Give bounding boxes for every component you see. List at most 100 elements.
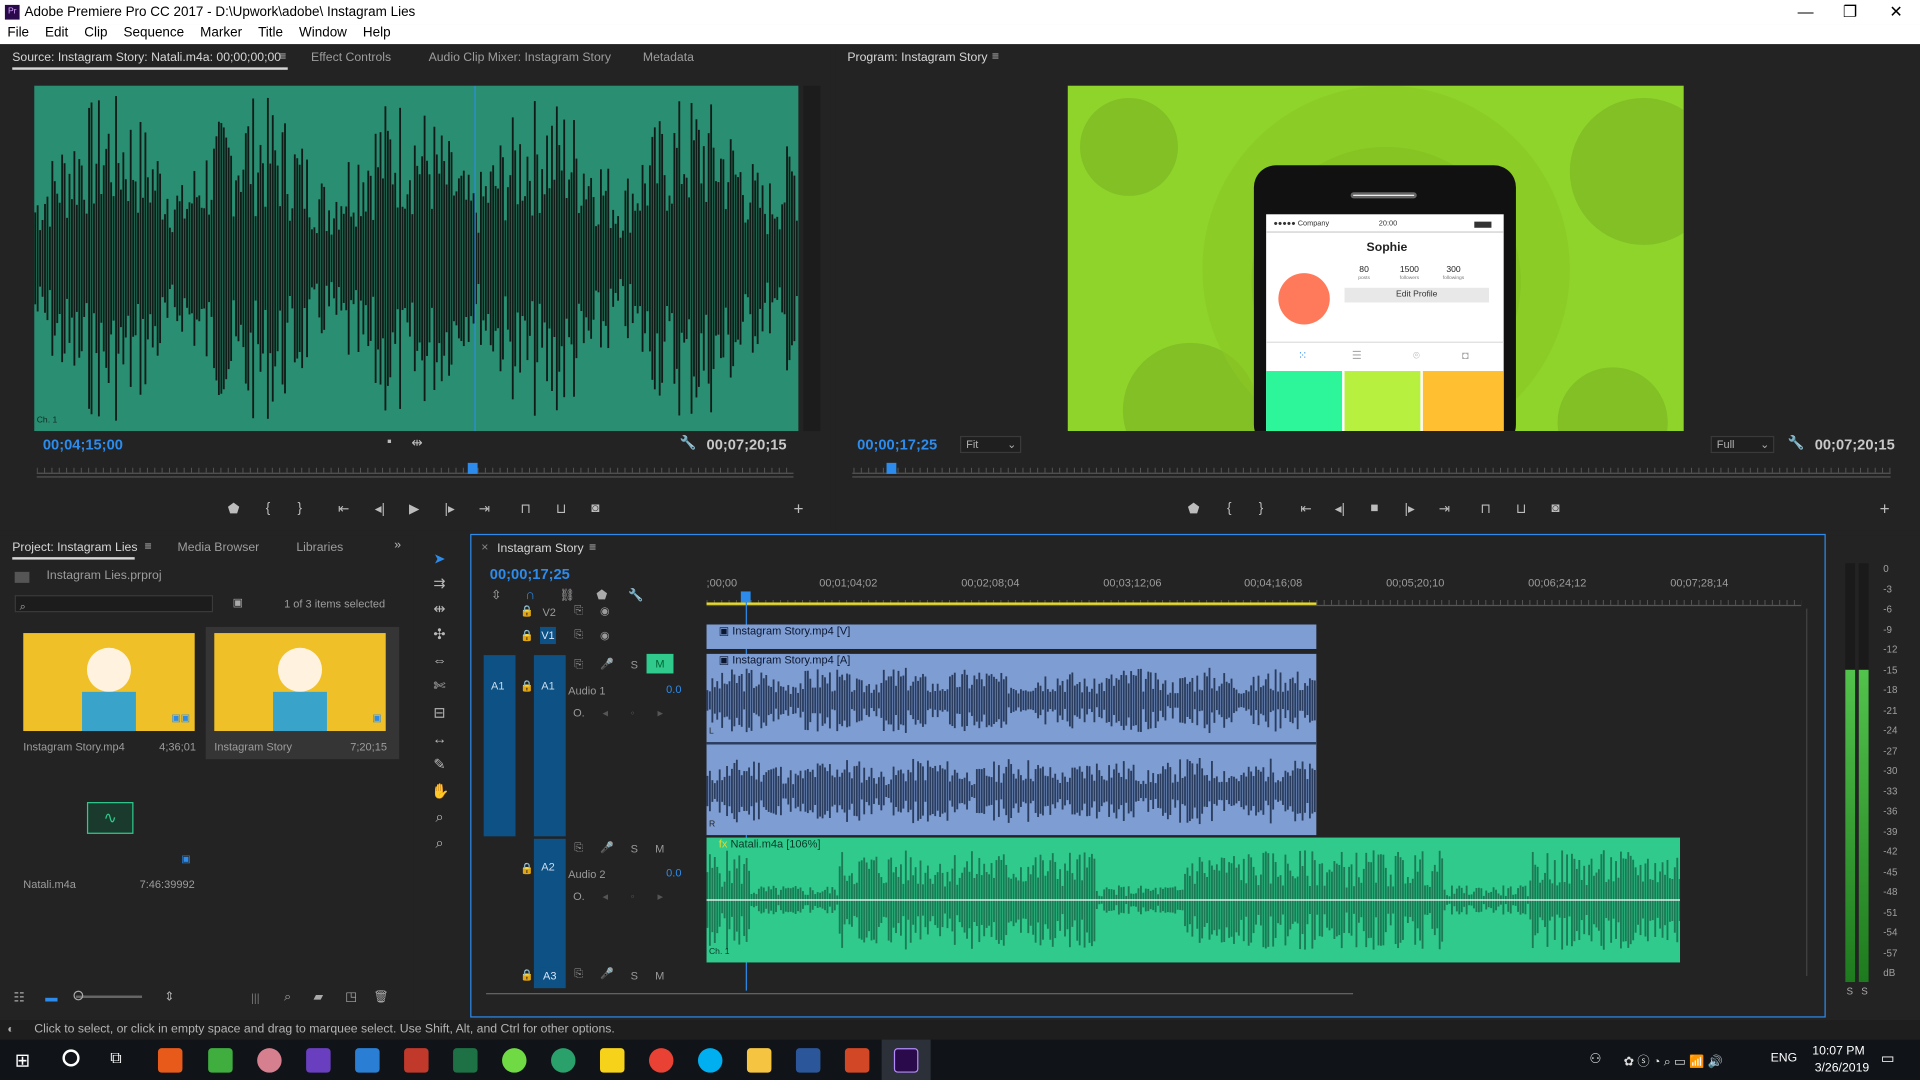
new-bin-from-search-icon[interactable]: ▣ xyxy=(233,596,243,609)
video-clip[interactable]: ▣ Instagram Story.mp4 [V] xyxy=(706,624,1317,649)
voiceover-mic-icon[interactable]: 🎤 xyxy=(600,658,614,671)
new-item-icon[interactable]: ◳ xyxy=(345,991,357,1004)
settings-wrench-icon[interactable]: 🔧 xyxy=(1788,435,1805,451)
word-icon[interactable] xyxy=(795,1048,821,1073)
zoom-tool-icon[interactable]: ⌕ xyxy=(431,808,448,825)
source-waveform[interactable]: Ch. 1 xyxy=(34,85,799,432)
step-back-icon[interactable]: ◂| xyxy=(1335,501,1345,517)
tab-program[interactable]: Program: Instagram Story xyxy=(847,51,987,64)
timeline-settings-icon[interactable]: 🔧 xyxy=(628,589,643,602)
add-keyframe-icon[interactable]: ◦ xyxy=(631,707,635,719)
project-item[interactable]: ▣▣ Instagram Story.mp4 4;36;01 xyxy=(15,627,201,759)
insert-icon[interactable]: ⊓ xyxy=(520,501,531,517)
task-view-icon[interactable]: ⧉ xyxy=(110,1048,121,1068)
close-icon[interactable]: ✕ xyxy=(1889,2,1902,22)
lock-icon[interactable]: 🔒 xyxy=(520,680,534,693)
sticky-notes-icon[interactable] xyxy=(600,1048,625,1073)
eye-icon[interactable]: ◉ xyxy=(600,629,610,642)
track-label-v2[interactable]: V2 xyxy=(542,606,555,618)
sync-lock-icon[interactable]: ⎘ xyxy=(574,658,583,671)
menu-window[interactable]: Window xyxy=(299,26,347,41)
source-scrollbar[interactable] xyxy=(803,85,821,432)
sort-icon[interactable]: ⇕ xyxy=(164,991,174,1004)
voiceover-mic-icon[interactable]: 🎤 xyxy=(600,841,614,854)
add-marker-icon[interactable]: ⬟ xyxy=(1188,501,1200,517)
track-select-tool-icon[interactable]: ⇉ xyxy=(431,574,448,591)
solo-button[interactable]: S xyxy=(631,970,638,982)
ripple-edit-tool-icon[interactable]: ⇹ xyxy=(431,600,448,617)
drag-video-icon[interactable]: ▪ xyxy=(387,435,392,450)
audio-clip-natali[interactable]: fx Natali.m4a [106%] Ch. 1 xyxy=(706,837,1681,963)
timeline-horizontal-scrollbar[interactable] xyxy=(486,993,1354,1000)
go-to-in-icon[interactable]: ⇤ xyxy=(1300,501,1311,517)
nest-icon[interactable]: ⇳ xyxy=(491,589,501,602)
close-tab-icon[interactable]: × xyxy=(481,541,488,554)
menu-help[interactable]: Help xyxy=(363,26,391,41)
step-forward-icon[interactable]: |▸ xyxy=(1405,501,1415,517)
program-video-frame[interactable]: ●●●●● Company 20:00 Sophie 80 posts 1500… xyxy=(1067,85,1684,432)
go-to-out-icon[interactable]: ⇥ xyxy=(479,501,490,517)
lock-icon[interactable]: 🔒 xyxy=(520,605,534,618)
rolling-edit-tool-icon[interactable]: ✣ xyxy=(431,626,448,643)
go-to-out-icon[interactable]: ⇥ xyxy=(1439,501,1450,517)
eye-icon[interactable]: ◉ xyxy=(600,605,610,618)
media-app-icon[interactable] xyxy=(404,1048,429,1073)
next-keyframe-icon[interactable]: ▸ xyxy=(658,707,664,720)
more-panels-icon[interactable]: » xyxy=(394,539,401,552)
source-time-ruler[interactable] xyxy=(36,459,794,474)
search-input[interactable]: ⌕ xyxy=(14,595,214,613)
sync-lock-icon[interactable]: ⎘ xyxy=(574,604,583,617)
chrome-icon[interactable] xyxy=(648,1048,674,1073)
clock-date[interactable]: 3/26/2019 xyxy=(1815,1062,1869,1075)
people-icon[interactable]: ⚇ xyxy=(1589,1051,1601,1067)
new-bin-icon[interactable]: ▰ xyxy=(313,991,322,1004)
extract-icon[interactable]: ⊔ xyxy=(1516,501,1527,517)
tab-media-browser[interactable]: Media Browser xyxy=(178,541,260,554)
add-button-icon[interactable]: + xyxy=(793,498,803,518)
project-item-selected[interactable]: ▣ Instagram Story 7;20;15 xyxy=(205,626,400,760)
add-button-icon[interactable]: + xyxy=(1880,498,1890,518)
source-playhead[interactable] xyxy=(467,462,478,474)
panel-menu-icon[interactable]: ≡ xyxy=(144,540,151,553)
add-marker-icon[interactable]: ⬟ xyxy=(596,589,607,602)
list-view-icon[interactable]: ☷ xyxy=(13,992,24,1005)
automate-icon[interactable]: ||| xyxy=(251,992,260,1004)
track-target-a3[interactable]: A3 xyxy=(540,967,560,985)
fit-dropdown[interactable]: Fit ⌄ xyxy=(960,435,1022,454)
lock-icon[interactable]: 🔒 xyxy=(520,969,534,982)
sync-lock-icon[interactable]: ⎘ xyxy=(574,841,583,854)
menu-file[interactable]: File xyxy=(7,26,29,41)
timeline-vertical-scrollbar[interactable] xyxy=(1806,608,1808,976)
mute-button[interactable]: M xyxy=(655,970,664,982)
solo-button[interactable]: S xyxy=(631,842,638,854)
lock-icon[interactable]: 🔒 xyxy=(520,629,534,642)
panel-menu-icon[interactable]: ≡ xyxy=(279,50,286,63)
cortana-icon[interactable] xyxy=(62,1049,80,1067)
source-zoom-bar[interactable] xyxy=(36,476,794,483)
file-explorer-icon[interactable] xyxy=(746,1048,772,1073)
clock-time[interactable]: 10:07 PM xyxy=(1812,1044,1864,1057)
prev-keyframe-icon[interactable]: ◂ xyxy=(602,707,608,720)
export-frame-icon[interactable]: ◙ xyxy=(1551,501,1559,516)
pen-tool-icon[interactable]: ✎ xyxy=(431,756,448,773)
zoom-slider[interactable] xyxy=(75,995,143,998)
tab-project[interactable]: Project: Instagram Lies xyxy=(12,541,137,554)
windows-start-icon[interactable]: ⊞ xyxy=(15,1049,30,1072)
program-current-timecode[interactable]: 00;00;17;25 xyxy=(857,436,937,453)
overwrite-icon[interactable]: ⊔ xyxy=(556,501,567,517)
solo-right-button[interactable]: S xyxy=(1861,986,1868,997)
tab-effect-controls[interactable]: Effect Controls xyxy=(311,51,391,64)
work-area-bar[interactable] xyxy=(706,602,1317,605)
step-forward-icon[interactable]: |▸ xyxy=(444,501,454,517)
menu-edit[interactable]: Edit xyxy=(45,26,68,41)
source-current-timecode[interactable]: 00;04;15;00 xyxy=(43,436,123,453)
mute-button-active[interactable]: M xyxy=(646,653,674,674)
play-icon[interactable]: ▶ xyxy=(409,501,419,517)
stop-icon[interactable]: ■ xyxy=(1370,501,1378,516)
powerpoint-icon[interactable] xyxy=(844,1048,870,1073)
type-tool-icon[interactable]: ⌕ xyxy=(431,834,448,851)
next-keyframe-icon[interactable]: ▸ xyxy=(658,890,664,903)
voiceover-mic-icon[interactable]: 🎤 xyxy=(600,967,614,980)
paint-app-icon[interactable] xyxy=(257,1048,282,1073)
track-volume-audio1[interactable]: 0.0 xyxy=(666,683,681,695)
